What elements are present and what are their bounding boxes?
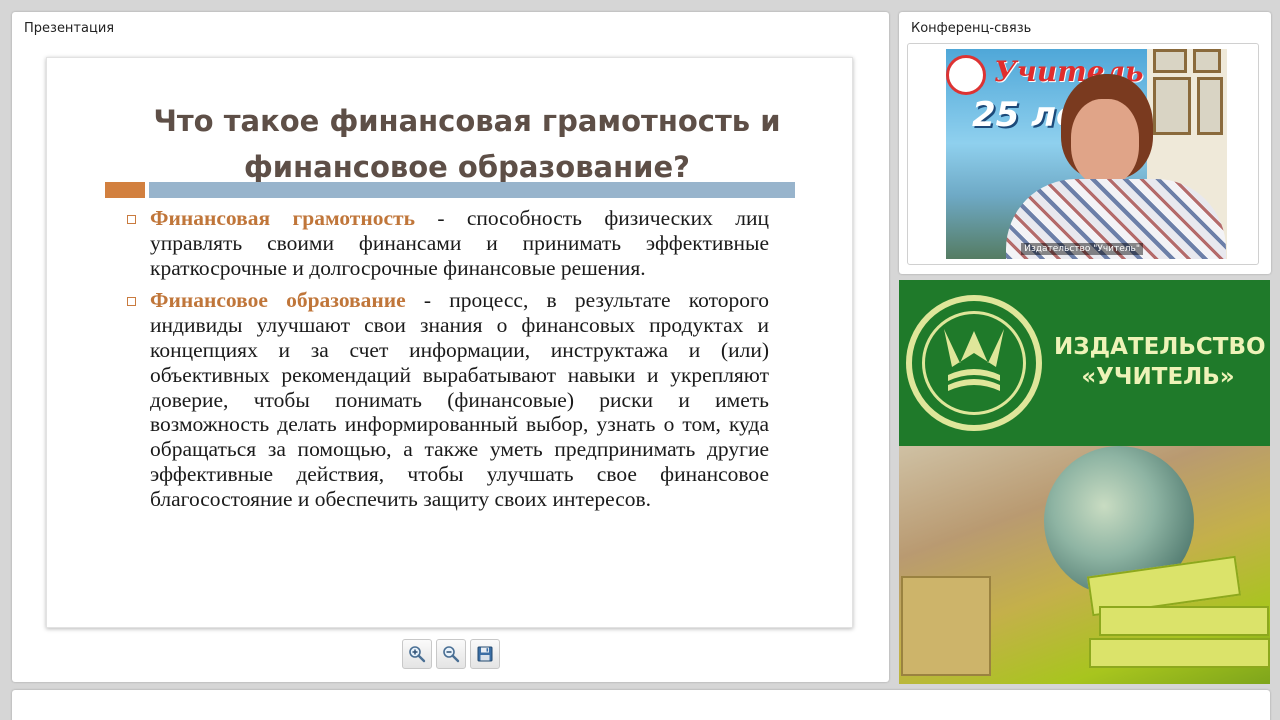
publisher-logo-book-icon	[944, 329, 1004, 391]
presenter-face	[1071, 99, 1139, 185]
bullet-item: Финансовое образование - процесс, в резу…	[127, 288, 769, 511]
title-accent-bar-orange	[105, 182, 145, 198]
book-image	[1099, 606, 1269, 636]
presentation-panel-title: Презентация	[24, 21, 115, 36]
square-bullet-icon	[127, 297, 136, 307]
video-frame: Учитель 25 ле Издательство "Учитель"	[907, 43, 1259, 265]
save-icon	[477, 646, 493, 662]
publisher-name-line-1: ИЗДАТЕЛЬСТВО	[1054, 334, 1266, 360]
book-stack-image	[901, 576, 991, 676]
zoom-in-button[interactable]	[402, 639, 432, 669]
webcam-video[interactable]: Учитель 25 ле Издательство "Учитель"	[946, 49, 1227, 259]
publisher-banner-image	[899, 446, 1270, 684]
bullet-item: Финансовая грамотность - способность физ…	[127, 206, 769, 280]
bullet-list: Финансовая грамотность - способность физ…	[127, 206, 769, 520]
square-bullet-icon	[127, 215, 136, 224]
title-accent-bar-blue	[149, 182, 795, 198]
bottom-panel	[12, 690, 1270, 720]
publisher-banner: ИЗДАТЕЛЬСТВО «УЧИТЕЛЬ»	[899, 280, 1270, 684]
slide-title: Что такое финансовая грамотность и финан…	[67, 98, 852, 190]
video-logo-icon	[946, 55, 986, 95]
save-button[interactable]	[470, 639, 500, 669]
bullet-term: Финансовая грамотность	[150, 206, 415, 230]
picture-frame	[1197, 77, 1223, 135]
bullet-term: Финансовое образование	[150, 288, 406, 313]
picture-frame	[1153, 77, 1191, 135]
publisher-name-line-2: «УЧИТЕЛЬ»	[1081, 364, 1235, 390]
presentation-panel: Презентация Что такое финансовая грамотн…	[12, 12, 889, 682]
zoom-in-icon	[409, 646, 426, 663]
zoom-out-button[interactable]	[436, 639, 466, 669]
slide: Что такое финансовая грамотность и финан…	[46, 57, 853, 628]
publisher-banner-top: ИЗДАТЕЛЬСТВО «УЧИТЕЛЬ»	[899, 280, 1270, 446]
book-image	[1089, 638, 1270, 668]
picture-frame	[1153, 49, 1187, 73]
picture-frame	[1193, 49, 1221, 73]
publisher-logo-icon	[906, 295, 1042, 431]
publisher-name: ИЗДАТЕЛЬСТВО «УЧИТЕЛЬ»	[1054, 332, 1266, 392]
presentation-toolbar	[402, 639, 500, 669]
video-caption: Издательство "Учитель"	[1021, 243, 1143, 255]
conference-panel: Конференц-связь Учитель 25 ле Издательст…	[899, 12, 1271, 274]
zoom-out-icon	[443, 646, 460, 663]
conference-panel-title: Конференц-связь	[911, 21, 1032, 36]
slide-title-line-1: Что такое финансовая грамотность и	[153, 104, 781, 138]
bullet-text: - процесс, в результате которого индивид…	[150, 288, 769, 511]
